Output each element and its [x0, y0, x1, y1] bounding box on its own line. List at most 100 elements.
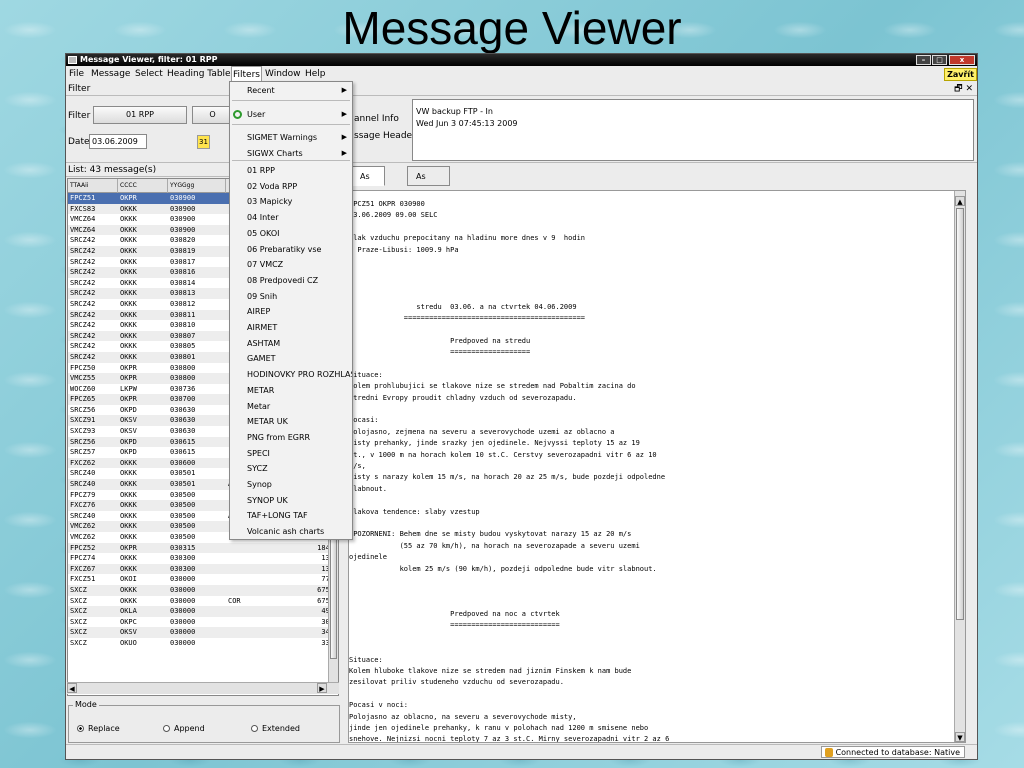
filters-menu-item[interactable]: METAR — [230, 383, 352, 398]
message-line: ========================================… — [349, 313, 586, 322]
cell-cccc: OKUO — [120, 638, 137, 647]
filters-menu-item[interactable]: 06 Prebaratiky vse — [230, 242, 352, 257]
cell-cccc: OKKK — [120, 490, 137, 499]
column-header-ttaaii[interactable]: TTAAii — [68, 179, 118, 193]
cell-ttaaii: SXCZ — [70, 628, 87, 637]
filters-menu-item[interactable]: METAR UK — [230, 414, 352, 429]
message-line: stredni Evropy proudit chladny vzduch od… — [349, 393, 577, 402]
cell-cccc: OKPR — [120, 395, 137, 404]
filters-menu-item[interactable]: TAF+LONG TAF — [230, 508, 352, 523]
menu-filters[interactable]: Filters — [231, 66, 262, 82]
table-row[interactable]: FPCZ74OKKK030300131 — [68, 553, 338, 564]
filters-menu-item[interactable]: 03 Mapicky — [230, 194, 352, 209]
table-row[interactable]: SXCZ OKKK 030000 6750 — [68, 584, 338, 596]
filters-menu-item[interactable]: 09 Snih — [230, 289, 352, 304]
filters-menu-item[interactable]: GAMET — [230, 351, 352, 366]
filters-menu-item[interactable]: 05 OKOI — [230, 226, 352, 241]
message-vscroll-thumb[interactable] — [956, 208, 964, 620]
cell-yygggg: 030814 — [170, 278, 196, 287]
panel-controls-icon[interactable]: 🗗 ✕ — [954, 83, 973, 96]
cell-yygggg: 030500 — [170, 522, 196, 531]
table-row[interactable]: FXCZ67OKKK030300137 — [68, 563, 338, 575]
filters-menu-item[interactable]: Synop — [230, 477, 352, 492]
filters-menu-item[interactable]: Recent ▶ — [230, 83, 352, 98]
zavrit-button[interactable]: Zavřít — [944, 68, 977, 81]
cell-ttaaii: VMCZ62 — [70, 533, 96, 541]
message-line — [349, 404, 953, 415]
cell-cccc: OKLA — [120, 607, 137, 616]
message-viewer-window: Message Viewer, filter: 01 RPP – □ x Fil… — [65, 53, 978, 760]
cell-ttaaii: SRCZ42 — [70, 246, 96, 255]
close-icon[interactable]: x — [949, 55, 975, 65]
tab-as-text[interactable]: As text — [351, 166, 385, 201]
cell-ttaaii: SRCZ42 — [70, 257, 96, 266]
table-row[interactable]: FXCZ51OKOI030000774 — [68, 574, 338, 585]
maximize-icon[interactable]: □ — [932, 55, 947, 65]
scroll-up-icon[interactable]: ▲ — [955, 196, 965, 206]
table-row[interactable]: SXCZ OKKK 030000 COR 6756 — [68, 596, 338, 607]
calendar-icon[interactable]: 31 — [197, 135, 210, 149]
filters-menu-item[interactable]: 07 VMCZ — [230, 257, 352, 272]
mode-append-radio[interactable]: Append — [163, 724, 205, 733]
filters-menu-item[interactable]: Volcanic ash charts — [230, 524, 352, 539]
filters-menu-item[interactable]: 02 Voda RPP — [230, 179, 352, 194]
filters-menu-item[interactable]: ASHTAM — [230, 336, 352, 351]
table-row[interactable]: SXCZOKPC030000300 — [68, 617, 338, 628]
window-titlebar[interactable]: Message Viewer, filter: 01 RPP – □ x — [66, 54, 977, 66]
filters-menu-item-label: METAR UK — [247, 417, 288, 427]
message-vscrollbar[interactable]: ▲ ▼ — [954, 191, 965, 742]
filters-menu-item[interactable]: Metar — [230, 399, 352, 414]
message-header-value: Wed Jun 3 07:45:13 2009 — [416, 119, 518, 128]
table-hscrollbar[interactable]: ◀ ▶ — [67, 682, 339, 694]
filters-menu-item[interactable]: SIGWX Charts ▶ — [230, 146, 352, 161]
ok-button[interactable]: O — [192, 106, 232, 124]
filters-menu-item[interactable]: SYCZ — [230, 461, 352, 476]
mode-replace-radio[interactable]: Replace — [77, 724, 120, 733]
cell-yygggg: 030630 — [170, 416, 196, 425]
cell-cccc: OKPD — [120, 437, 137, 446]
filters-menu-item[interactable]: HODINOVKY PRO ROZHLAS — [230, 367, 352, 382]
message-line: Tlak vzduchu prepocitany na hladinu more… — [349, 234, 586, 243]
cell-cccc: OKKK — [120, 299, 137, 308]
radio-icon — [251, 725, 258, 732]
filters-menu-item[interactable]: PNG from EGRR — [230, 430, 352, 445]
filters-menu-item-label: SYCZ — [247, 464, 268, 474]
cell-yygggg: 030630 — [170, 405, 196, 414]
menu-heading-table[interactable]: Heading Table — [166, 67, 232, 82]
message-text-area[interactable]: FPCZ51 OKPR 030900 03.06.2009 09.00 SELC T… — [348, 190, 966, 743]
table-row[interactable]: FPCZ52 OKPR 030315 1849 — [68, 542, 338, 554]
message-line — [349, 267, 953, 278]
table-row[interactable]: SXCZOKUO030000339 — [68, 638, 338, 649]
scroll-down-icon[interactable]: ▼ — [955, 732, 965, 742]
menu-file[interactable]: File — [68, 67, 85, 82]
column-header-yygggg[interactable]: YYGGgg — [168, 179, 226, 193]
filters-menu-item-label: Synop — [247, 480, 272, 489]
filters-menu-item[interactable]: SYNOP UK — [230, 493, 352, 508]
filters-menu-item[interactable]: SPECI — [230, 446, 352, 461]
filters-menu-item[interactable]: 08 Predpovedi CZ — [230, 273, 352, 288]
scroll-right-icon[interactable]: ▶ — [317, 683, 327, 693]
cell-cccc: OKKK — [120, 257, 137, 266]
menu-window[interactable]: Window — [264, 67, 302, 82]
column-header-cccc[interactable]: CCCC — [118, 179, 168, 193]
filters-menu-item[interactable]: AIRMET — [230, 320, 352, 335]
filters-menu-item[interactable]: SIGMET Warnings ▶ — [230, 130, 352, 145]
menu-help[interactable]: Help — [304, 67, 327, 82]
filters-menu-item[interactable]: User ▶ — [230, 107, 352, 122]
db-status-text: Connected to database: Native — [835, 748, 960, 757]
table-row[interactable]: SXCZOKLA030000493 — [68, 606, 338, 617]
filter-select-button[interactable]: 01 RPP — [93, 106, 187, 124]
filters-menu-item[interactable]: AIREP — [230, 304, 352, 319]
table-row[interactable]: SXCZOKSV030000346 — [68, 627, 338, 638]
menu-message[interactable]: Message — [90, 67, 131, 82]
date-field[interactable]: 03.06.2009 — [89, 134, 147, 149]
mode-extended-radio[interactable]: Extended — [251, 724, 300, 733]
cell-ttaaii: VMCZ62 — [70, 522, 96, 531]
filters-menu-item[interactable]: 01 RPP — [230, 163, 352, 178]
scroll-left-icon[interactable]: ◀ — [67, 683, 77, 693]
tab-as-binary[interactable]: As binary — [407, 166, 451, 201]
cell-cccc: OKKK — [120, 215, 137, 224]
filters-menu-item[interactable]: 04 Inter — [230, 210, 352, 225]
menu-select[interactable]: Select — [134, 67, 164, 82]
minimize-icon[interactable]: – — [916, 55, 931, 65]
